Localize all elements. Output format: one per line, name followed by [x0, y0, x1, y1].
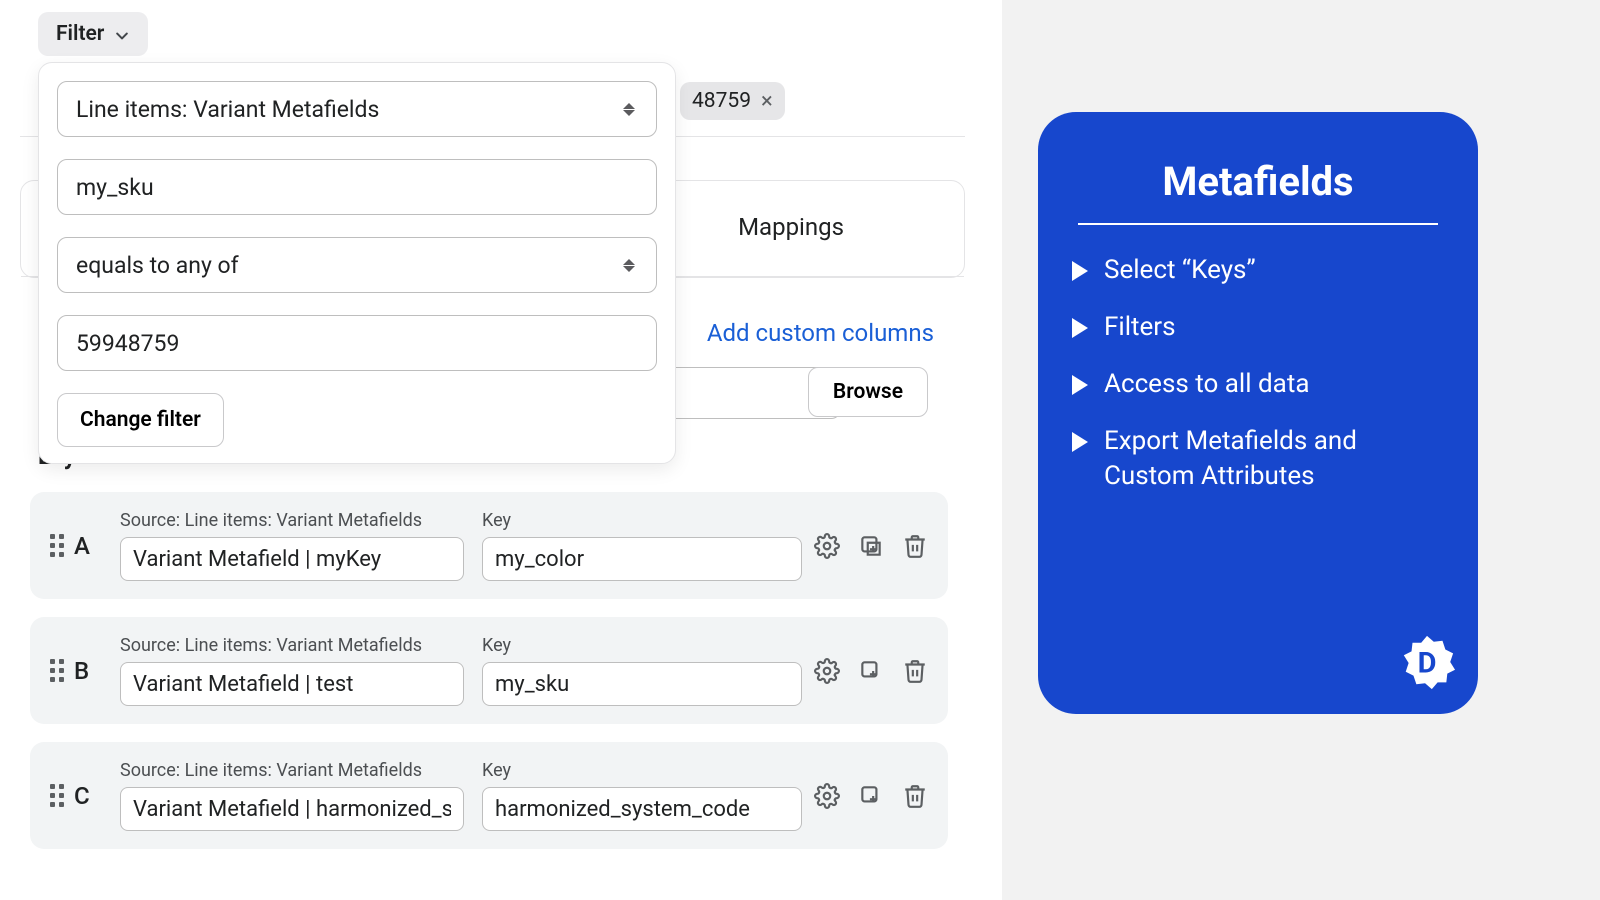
brand-badge-icon: D — [1398, 634, 1456, 692]
play-icon — [1072, 432, 1088, 452]
row-letter: C — [74, 782, 90, 810]
promo-item: Filters — [1072, 310, 1444, 345]
layout-row: C Source: Line items: Variant Metafields… — [30, 742, 948, 849]
promo-list: Select “Keys” Filters Access to all data… — [1072, 253, 1444, 494]
chevron-down-icon — [114, 26, 130, 42]
row-letter: A — [74, 532, 90, 560]
promo-title: Metafields — [1072, 158, 1444, 205]
layout-row: B Source: Line items: Variant Metafields… — [30, 617, 948, 724]
key-input[interactable] — [482, 787, 802, 831]
key-input[interactable] — [482, 537, 802, 581]
drag-icon — [50, 659, 64, 682]
change-filter-button[interactable]: Change filter — [57, 393, 224, 447]
play-icon — [1072, 375, 1088, 395]
tab-mappings[interactable]: Mappings — [738, 213, 844, 241]
select-sort-icon — [620, 259, 638, 272]
play-icon — [1072, 318, 1088, 338]
close-icon[interactable]: × — [761, 89, 773, 114]
trash-icon[interactable] — [902, 658, 928, 684]
trash-icon[interactable] — [902, 533, 928, 559]
row-letter: B — [74, 657, 89, 685]
layout-rows: A Source: Line items: Variant Metafields… — [30, 492, 948, 867]
column-name-input[interactable] — [120, 787, 464, 831]
filter-operator-select[interactable]: equals to any of — [57, 237, 657, 293]
chip-text: 48759 — [692, 89, 751, 113]
duplicate-icon[interactable] — [858, 783, 884, 809]
browse-button[interactable]: Browse — [808, 367, 928, 417]
duplicate-icon[interactable] — [858, 533, 884, 559]
duplicate-icon[interactable] — [858, 658, 884, 684]
select-sort-icon — [620, 103, 638, 116]
filter-key-input[interactable] — [57, 159, 657, 215]
app-left-pane: Filter 48759 × Mappings Add custom colum… — [0, 0, 1002, 900]
layout-row: A Source: Line items: Variant Metafields… — [30, 492, 948, 599]
filter-field-select[interactable]: Line items: Variant Metafields — [57, 81, 657, 137]
filter-field-value: Line items: Variant Metafields — [76, 96, 379, 123]
column-name-input[interactable] — [120, 662, 464, 706]
promo-item: Select “Keys” — [1072, 253, 1444, 288]
gear-icon[interactable] — [814, 658, 840, 684]
gear-icon[interactable] — [814, 533, 840, 559]
divider — [1078, 223, 1438, 225]
filter-button[interactable]: Filter — [38, 12, 148, 56]
key-label: Key — [482, 510, 928, 531]
promo-card: Metafields Select “Keys” Filters Access … — [1038, 112, 1478, 714]
row-source-label: Source: Line items: Variant Metafields — [120, 760, 464, 781]
key-label: Key — [482, 760, 928, 781]
gear-icon[interactable] — [814, 783, 840, 809]
promo-item: Access to all data — [1072, 367, 1444, 402]
drag-handle[interactable]: A — [50, 532, 102, 560]
filter-value-input[interactable] — [57, 315, 657, 371]
trash-icon[interactable] — [902, 783, 928, 809]
drag-icon — [50, 784, 64, 807]
add-custom-columns-link[interactable]: Add custom columns — [707, 319, 934, 347]
key-label: Key — [482, 635, 928, 656]
column-name-input[interactable] — [120, 537, 464, 581]
drag-handle[interactable]: C — [50, 782, 102, 810]
drag-icon — [50, 534, 64, 557]
key-input[interactable] — [482, 662, 802, 706]
row-source-label: Source: Line items: Variant Metafields — [120, 635, 464, 656]
promo-item: Export Metafields and Custom Attributes — [1072, 424, 1444, 494]
play-icon — [1072, 261, 1088, 281]
row-source-label: Source: Line items: Variant Metafields — [120, 510, 464, 531]
filter-button-label: Filter — [56, 22, 104, 46]
active-filter-chip[interactable]: 48759 × — [680, 82, 785, 120]
filter-operator-value: equals to any of — [76, 252, 239, 279]
svg-text:D: D — [1418, 647, 1437, 681]
filter-popover: Line items: Variant Metafields equals to… — [38, 62, 676, 464]
drag-handle[interactable]: B — [50, 657, 102, 685]
